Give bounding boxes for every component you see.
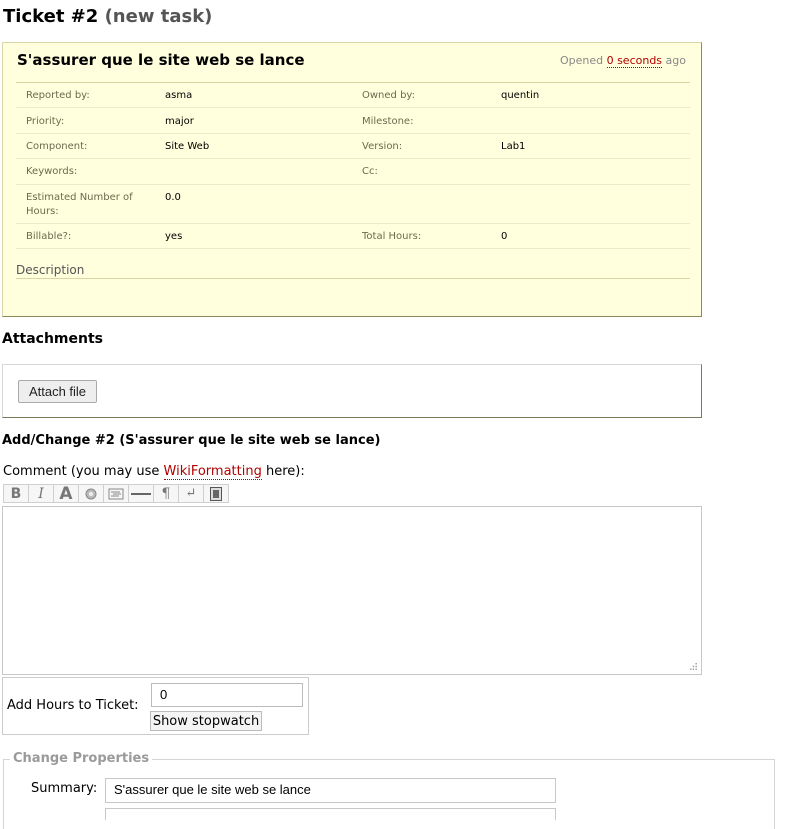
total-hours-label: Total Hours: bbox=[362, 231, 422, 242]
properties-divider bbox=[16, 82, 690, 83]
resize-grip-icon[interactable] bbox=[688, 661, 698, 671]
comment-label-suffix: here): bbox=[261, 464, 305, 479]
bold-icon[interactable]: B bbox=[3, 484, 29, 503]
ticket-number: Ticket #2 bbox=[3, 6, 99, 27]
next-field-input[interactable] bbox=[105, 808, 556, 820]
wiki-toolbar: B I A ¶ ↵ bbox=[3, 484, 229, 504]
attachments-box: Attach file bbox=[2, 364, 702, 418]
owned-by-value: quentin bbox=[501, 90, 540, 101]
summary-label: Summary: bbox=[31, 781, 98, 796]
version-value: Lab1 bbox=[501, 141, 526, 152]
component-label: Component: bbox=[26, 141, 88, 152]
show-stopwatch-button[interactable]: Show stopwatch bbox=[150, 711, 262, 731]
row-divider bbox=[16, 133, 690, 134]
summary-input[interactable]: S'assurer que le site web se lance bbox=[105, 778, 556, 803]
opened-time: Opened 0 seconds ago bbox=[559, 54, 686, 68]
italic-icon[interactable]: I bbox=[28, 484, 54, 503]
ticket-details-box: S'assurer que le site web se lance Opene… bbox=[2, 42, 702, 317]
opened-prefix: Opened bbox=[559, 54, 604, 67]
reported-by-value: asma bbox=[165, 90, 193, 101]
wiki-formatting-link[interactable]: WikiFormatting bbox=[163, 464, 262, 480]
ticket-title: Ticket #2 (new task) bbox=[3, 6, 212, 27]
priority-label: Priority: bbox=[26, 116, 65, 127]
version-label: Version: bbox=[362, 141, 403, 152]
row-divider bbox=[16, 158, 690, 159]
row-divider bbox=[16, 223, 690, 224]
comment-label: Comment (you may use WikiFormatting here… bbox=[3, 464, 305, 480]
opened-suffix: ago bbox=[665, 54, 686, 67]
owned-by-label: Owned by: bbox=[362, 90, 415, 101]
reported-by-label: Reported by: bbox=[26, 90, 90, 101]
heading-icon[interactable]: A bbox=[53, 484, 79, 504]
estimated-hours-label-line2: Hours: bbox=[26, 206, 59, 217]
add-hours-box: Add Hours to Ticket: 0 Show stopwatch bbox=[2, 677, 309, 735]
add-change-heading: Add/Change #2 (S'assurer que le site web… bbox=[2, 433, 381, 448]
component-value: Site Web bbox=[165, 141, 210, 152]
keywords-label: Keywords: bbox=[26, 166, 78, 177]
comment-textarea[interactable] bbox=[2, 506, 702, 675]
description-divider bbox=[16, 278, 690, 279]
row-divider bbox=[16, 184, 690, 185]
opened-time-link[interactable]: 0 seconds bbox=[606, 54, 663, 68]
attach-file-button[interactable]: Attach file bbox=[18, 380, 97, 403]
paragraph-icon[interactable]: ¶ bbox=[153, 484, 179, 503]
description-label: Description bbox=[16, 263, 85, 277]
link-icon[interactable] bbox=[78, 484, 104, 503]
image-icon[interactable] bbox=[203, 484, 229, 503]
row-divider bbox=[16, 107, 690, 108]
estimated-hours-label: Estimated Number of Hours: bbox=[26, 191, 133, 219]
cc-label: Cc: bbox=[362, 166, 378, 177]
add-hours-label: Add Hours to Ticket: bbox=[7, 698, 139, 713]
total-hours-value: 0 bbox=[501, 231, 508, 242]
row-divider bbox=[16, 248, 690, 249]
line-break-icon[interactable]: ↵ bbox=[178, 484, 204, 503]
comment-label-prefix: Comment (you may use bbox=[3, 464, 164, 479]
add-hours-input[interactable]: 0 bbox=[151, 683, 303, 707]
estimated-hours-value: 0.0 bbox=[165, 192, 181, 203]
ticket-summary: S'assurer que le site web se lance bbox=[17, 51, 305, 69]
change-properties-legend[interactable]: Change Properties bbox=[10, 751, 153, 766]
ticket-status: (new task) bbox=[104, 6, 213, 27]
attachments-heading: Attachments bbox=[2, 331, 104, 347]
billable-value: yes bbox=[165, 231, 183, 242]
code-block-icon[interactable] bbox=[103, 484, 129, 503]
milestone-label: Milestone: bbox=[362, 116, 414, 127]
estimated-hours-label-line1: Estimated Number of bbox=[26, 192, 133, 203]
horizontal-rule-icon[interactable] bbox=[128, 484, 154, 503]
billable-label: Billable?: bbox=[26, 231, 72, 242]
priority-value: major bbox=[165, 116, 194, 127]
